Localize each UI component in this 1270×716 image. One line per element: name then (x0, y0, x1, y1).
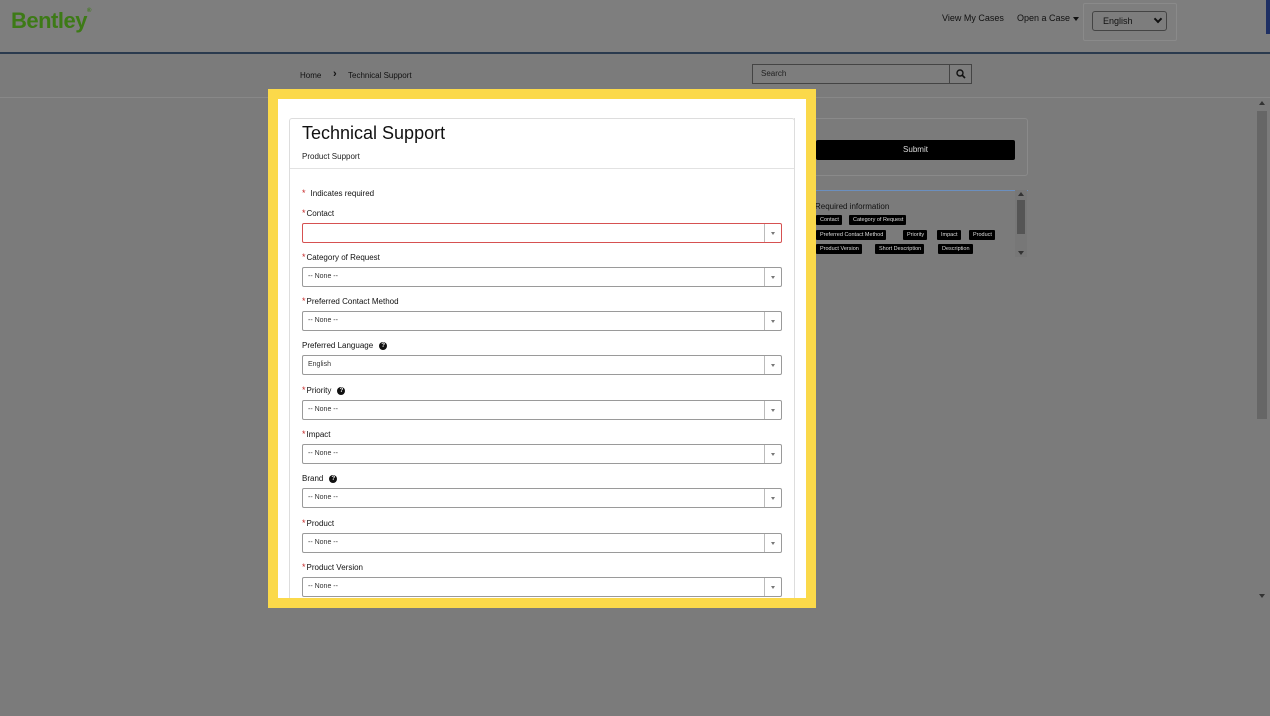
technical-support-form: Technical Support Product Support * Indic… (278, 99, 806, 598)
scroll-down-icon[interactable] (1259, 594, 1265, 598)
required-star: * (302, 188, 306, 198)
scroll-up-icon[interactable] (1018, 192, 1024, 196)
search-icon (956, 69, 966, 79)
open-a-case-menu[interactable]: Open a Case (1017, 13, 1080, 23)
page-scrollbar[interactable] (1255, 98, 1270, 601)
required-panel-scrollbar[interactable] (1015, 190, 1027, 257)
page-title: Technical Support (302, 123, 446, 143)
product-version-label: *Product Version (302, 562, 363, 572)
scrollbar-thumb[interactable] (1257, 111, 1267, 419)
dropdown-toggle[interactable] (764, 312, 781, 330)
required-tag[interactable]: Preferred Contact Method (816, 230, 887, 240)
caret-down-icon (771, 453, 775, 456)
breadcrumb-separator-icon: › (333, 68, 337, 80)
required-tag[interactable]: Contact (816, 215, 842, 225)
help-icon[interactable]: ? (329, 474, 338, 483)
required-tag[interactable]: Category of Request (849, 215, 907, 225)
required-tag[interactable]: Product (969, 230, 995, 240)
caret-down-icon (771, 232, 775, 235)
help-icon[interactable]: ? (379, 341, 388, 350)
required-tag[interactable]: Short Description (875, 244, 925, 254)
breadcrumb-home[interactable]: Home (300, 71, 321, 80)
dropdown-toggle[interactable] (764, 534, 781, 552)
preferred-language-label: Preferred Language? (302, 341, 388, 350)
window-edge-accent (1266, 0, 1270, 34)
dropdown-toggle[interactable] (764, 356, 781, 374)
dropdown-toggle[interactable] (764, 445, 781, 463)
submit-button[interactable]: Submit (816, 140, 1015, 160)
priority-select[interactable]: -- None -- (302, 400, 782, 420)
impact-label: *Impact (302, 429, 331, 439)
caret-down-icon (771, 586, 775, 589)
required-tag[interactable]: Product Version (816, 244, 862, 254)
preferred-contact-method-label: *Preferred Contact Method (302, 296, 399, 306)
contact-field[interactable] (302, 223, 782, 243)
breadcrumb-current: Technical Support (348, 71, 412, 80)
priority-label: *Priority? (302, 385, 346, 395)
chevron-down-icon (1153, 14, 1163, 24)
language-select[interactable]: English (1092, 11, 1167, 31)
bentley-logo[interactable]: Bentley® (11, 8, 91, 34)
dropdown-toggle[interactable] (764, 268, 781, 286)
caret-down-icon (771, 320, 775, 323)
category-of-request-select[interactable]: -- None -- (302, 267, 782, 287)
caret-down-icon (771, 497, 775, 500)
brand-select[interactable]: -- None -- (302, 488, 782, 508)
top-navigation-bar: Bentley® View My Cases Open a Case Engli… (0, 0, 1270, 54)
scroll-up-icon[interactable] (1259, 101, 1265, 105)
caret-down-icon (771, 542, 775, 545)
contact-label: *Contact (302, 208, 335, 218)
dropdown-toggle[interactable] (764, 224, 781, 242)
preferred-contact-method-select[interactable]: -- None -- (302, 311, 782, 331)
required-tag[interactable]: Impact (937, 230, 961, 240)
required-note: * Indicates required (302, 188, 375, 198)
product-label: *Product (302, 518, 335, 528)
scrollbar-thumb[interactable] (1017, 200, 1025, 234)
caret-down-icon (1073, 16, 1080, 21)
caret-down-icon (771, 364, 775, 367)
required-tag[interactable]: Priority (903, 230, 928, 240)
required-information-title: Required information (815, 202, 890, 211)
product-select[interactable]: -- None -- (302, 533, 782, 553)
search-input[interactable]: Search (752, 64, 950, 84)
form-card-edge (794, 118, 795, 598)
search-button[interactable] (949, 64, 972, 84)
brand-label: Brand? (302, 474, 338, 483)
category-of-request-label: *Category of Request (302, 252, 380, 262)
page-subtitle: Product Support (302, 152, 360, 161)
help-icon[interactable]: ? (337, 386, 346, 395)
impact-select[interactable]: -- None -- (302, 444, 782, 464)
preferred-language-select[interactable]: English (302, 355, 782, 375)
divider (290, 168, 794, 169)
dropdown-toggle[interactable] (764, 401, 781, 419)
caret-down-icon (771, 409, 775, 412)
product-version-select[interactable]: -- None -- (302, 577, 782, 597)
view-my-cases-link[interactable]: View My Cases (942, 13, 1004, 23)
dropdown-toggle[interactable] (764, 578, 781, 596)
required-tag[interactable]: Description (938, 244, 973, 254)
dropdown-toggle[interactable] (764, 489, 781, 507)
caret-down-icon (771, 276, 775, 279)
scroll-down-icon[interactable] (1018, 251, 1024, 255)
